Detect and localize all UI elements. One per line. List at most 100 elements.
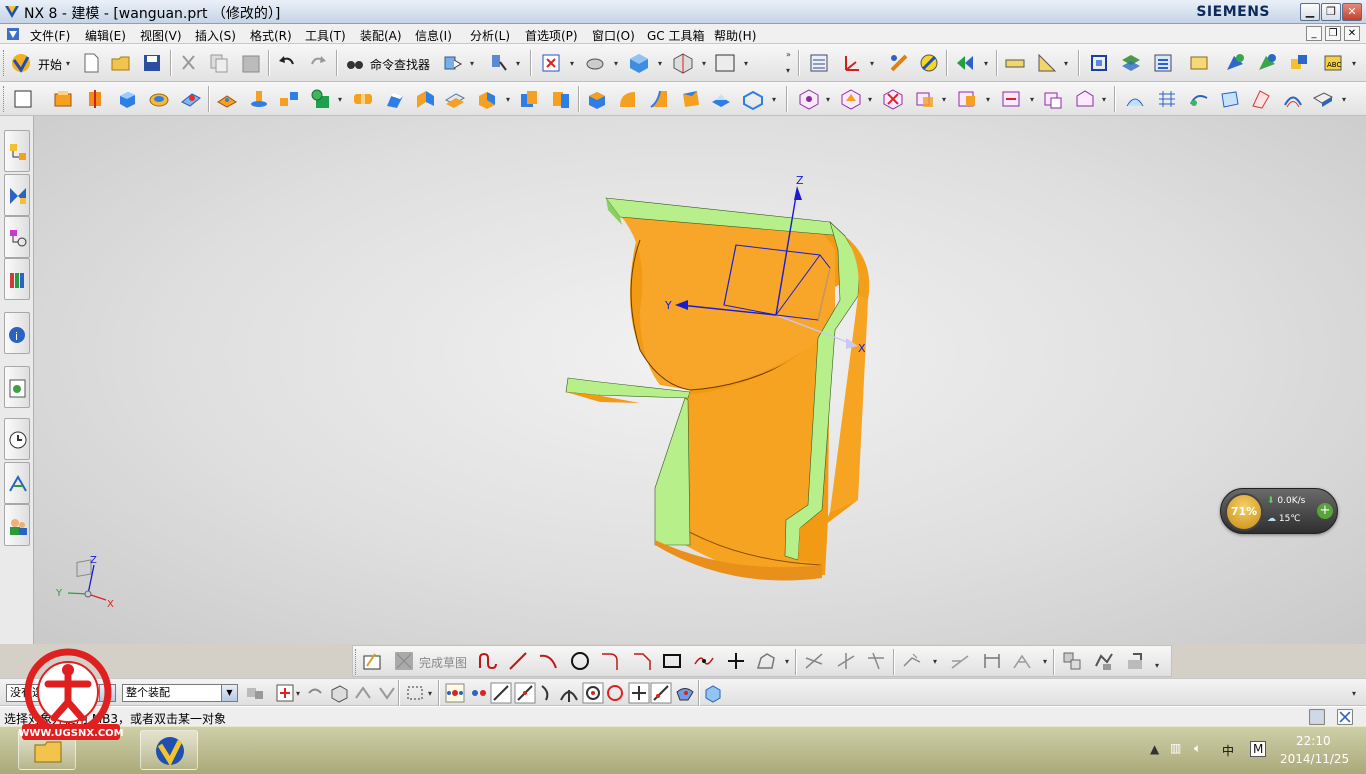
rapid-dimension-icon[interactable] [981,650,1003,672]
subtract-icon[interactable] [518,88,540,110]
clock-time[interactable]: 22:10 [1296,734,1331,748]
resize-face-icon[interactable] [1000,88,1022,110]
paste-icon[interactable] [240,52,262,74]
menu-view[interactable]: 视图(V) [140,27,182,44]
emboss-icon[interactable] [148,88,170,110]
general-selection-filter-icon[interactable] [244,682,266,704]
display-constraints-icon[interactable] [949,650,971,672]
process-studio-tab[interactable] [4,462,30,504]
layers-icon[interactable] [1120,52,1142,74]
ime-language[interactable]: 中 [1222,742,1234,759]
swept-icon[interactable] [1188,88,1210,110]
replace-face-icon[interactable] [914,88,936,110]
through-curve-mesh-icon[interactable] [1156,88,1178,110]
offset-scale-icon[interactable] [742,88,764,110]
reuse-library-tab[interactable] [4,258,30,300]
feature-select-icon[interactable] [274,682,296,704]
pattern-face-icon[interactable] [1074,88,1096,110]
delete-face-icon[interactable] [882,88,904,110]
wcs-icon[interactable] [840,52,862,74]
bounded-grid-icon[interactable] [702,682,724,704]
line-icon[interactable] [507,650,529,672]
save-icon[interactable] [141,52,163,74]
quadrant-point-icon[interactable] [604,682,626,704]
constraints-icon[interactable] [901,650,923,672]
unite-icon[interactable] [476,88,498,110]
block-icon[interactable] [116,88,138,110]
start-button[interactable]: 开始 [38,56,62,73]
select-arrow-icon[interactable] [442,52,464,74]
system-monitor-widget[interactable]: 71% ⬇ 0.0K/s ☁ 15℃ + [1220,488,1338,534]
mirror-feature-icon[interactable] [840,88,862,110]
history-tab[interactable] [4,418,30,460]
end-point-icon[interactable] [490,682,512,704]
slot-icon[interactable] [384,88,406,110]
offset-face-icon[interactable] [180,88,202,110]
toolbar-grip[interactable] [3,50,6,76]
expand-widget-button[interactable]: + [1317,503,1333,519]
component-filter-icon[interactable] [352,682,374,704]
selection-scope-dropdown[interactable]: 整个装配 ▼ [122,684,238,702]
select-body-icon[interactable] [328,682,350,704]
menu-window[interactable]: 窗口(O) [592,27,635,44]
chevron-down-icon[interactable]: ▼ [221,685,237,701]
auto-constrain-icon[interactable] [1011,650,1033,672]
background-color-icon[interactable] [714,52,736,74]
draft-icon[interactable] [680,88,702,110]
part-model[interactable]: Z Y X Z Y X [34,116,1366,644]
roles-tab[interactable] [4,504,30,546]
shaded-cube-icon[interactable] [628,52,650,74]
hole-icon[interactable] [278,88,300,110]
trim-body-icon[interactable] [414,88,436,110]
pad-icon[interactable] [216,88,238,110]
assembly-tools-icon[interactable] [1256,52,1278,74]
studio-spline-icon[interactable] [693,650,715,672]
status-grid-icon[interactable] [1308,708,1326,726]
menu-format[interactable]: 格式(R) [250,27,292,44]
extrude-icon[interactable] [52,88,74,110]
layer-list-icon[interactable] [1152,52,1174,74]
pocket-icon[interactable] [310,88,332,110]
doc-minimize-button[interactable]: _ [1306,26,1322,41]
through-curves-icon[interactable] [1124,88,1146,110]
point-on-curve-icon[interactable] [650,682,672,704]
tray-network-icon[interactable]: ▥ [1170,741,1181,755]
update-model-icon[interactable] [1125,650,1147,672]
undo-icon[interactable] [276,52,298,74]
quick-trim-icon[interactable] [803,650,825,672]
reattach-icon[interactable] [1061,650,1083,672]
existing-point-icon[interactable] [628,682,650,704]
menu-gc-toolkit[interactable]: GC 工具箱 [647,27,705,44]
intersect-icon[interactable] [550,88,572,110]
info-pointer-icon[interactable] [488,52,510,74]
command-finder-button[interactable]: 命令查找器 [370,56,430,73]
menu-insert[interactable]: 插入(S) [195,27,236,44]
toolbar-grip[interactable] [3,86,6,112]
graphics-window[interactable]: Z Y X Z Y X [34,116,1366,644]
mid-point-icon[interactable] [514,682,536,704]
start-icon[interactable] [10,52,32,74]
view-orient-icon[interactable] [672,52,694,74]
n-sided-surface-icon[interactable] [1218,88,1240,110]
trim-sheet-icon[interactable] [1312,88,1334,110]
make-corner-icon[interactable] [865,650,887,672]
move-face-icon[interactable] [956,88,978,110]
binoculars-icon[interactable] [344,52,366,74]
full-screen-icon[interactable] [1336,708,1354,726]
measure-distance-icon[interactable] [1004,52,1026,74]
shell-icon[interactable] [710,88,732,110]
assembly-navigator-tab[interactable] [4,130,30,172]
menu-analysis[interactable]: 分析(L) [470,27,510,44]
point-icon[interactable] [725,650,747,672]
face-blend-icon[interactable] [648,88,670,110]
measure-angle-icon[interactable] [1036,52,1058,74]
pattern-feature-icon[interactable] [798,88,820,110]
redo-icon[interactable] [307,52,329,74]
bridge-surface-icon[interactable] [1250,88,1272,110]
menu-help[interactable]: 帮助(H) [714,27,756,44]
minimize-button[interactable]: ▁ [1300,3,1320,21]
clock-date[interactable]: 2014/11/25 [1280,752,1349,766]
restore-button[interactable]: ❐ [1321,3,1341,21]
chamfer-sketch-icon[interactable] [631,650,653,672]
reset-filter-icon[interactable] [304,682,326,704]
